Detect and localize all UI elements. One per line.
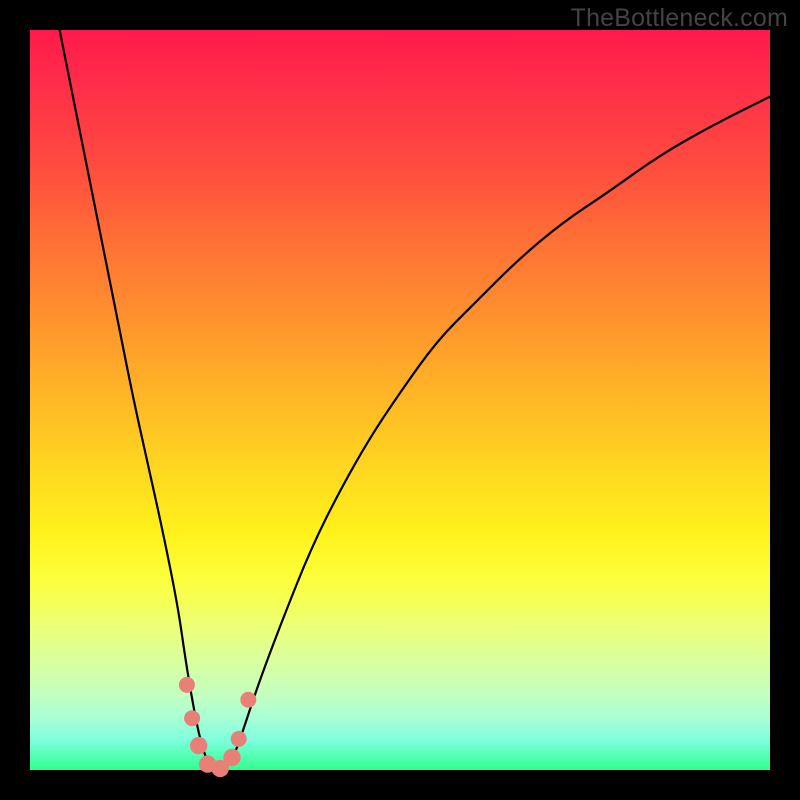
curve-marker — [184, 710, 200, 726]
curve-marker — [231, 731, 247, 747]
curve-marker — [240, 692, 256, 708]
watermark-text: TheBottleneck.com — [571, 4, 788, 33]
plot-area — [30, 30, 770, 770]
curve-layer — [30, 30, 770, 770]
chart-frame: TheBottleneck.com — [0, 0, 800, 800]
bottleneck-curve — [60, 30, 770, 770]
curve-marker — [223, 749, 240, 766]
curve-marker — [190, 737, 207, 754]
curve-marker — [179, 677, 195, 693]
